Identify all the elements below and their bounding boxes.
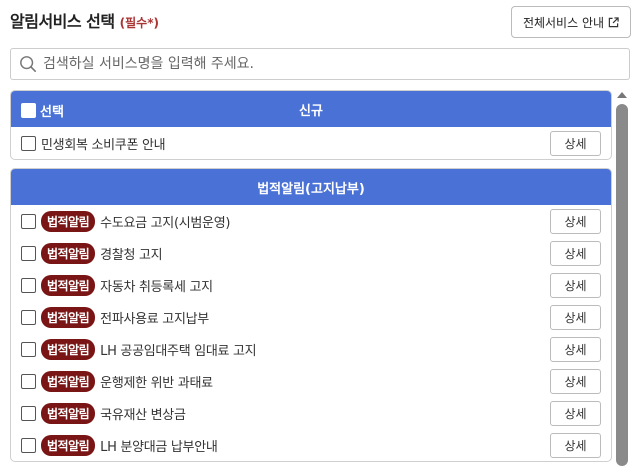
item-checkbox[interactable] xyxy=(21,341,36,357)
item-label: LH 공공임대주택 임대료 고지 xyxy=(100,343,257,359)
item-label: 국유재산 변상금 xyxy=(100,407,186,423)
list-item: 법적알림 수도요금 고지(시범운영) 상세 xyxy=(11,205,611,237)
detail-button[interactable]: 상세 xyxy=(550,369,601,394)
list-item: 법적알림 LH 분양대금 납부안내 상세 xyxy=(11,429,611,461)
all-services-label: 전체서비스 안내 xyxy=(522,15,605,30)
item-checkbox[interactable] xyxy=(21,213,36,229)
legal-section-title: 법적알림(고지납부) xyxy=(257,181,365,197)
item-checkbox[interactable] xyxy=(21,277,36,293)
legal-badge: 법적알림 xyxy=(41,306,96,328)
detail-button[interactable]: 상세 xyxy=(550,131,601,156)
item-label: 경찰청 고지 xyxy=(100,247,163,263)
list-item: 법적알림 전파사용료 고지납부 상세 xyxy=(11,301,611,333)
legal-badge: 법적알림 xyxy=(41,210,96,232)
list-item: 민생회복 소비쿠폰 안내 상세 xyxy=(11,127,611,159)
detail-button[interactable]: 상세 xyxy=(550,241,601,266)
legal-badge: 법적알림 xyxy=(41,370,96,392)
search-box xyxy=(10,48,630,80)
scroll-up-arrow-icon[interactable] xyxy=(617,92,627,98)
legal-badge: 법적알림 xyxy=(41,274,96,296)
list-item: 법적알림 LH 공공임대주택 임대료 고지 상세 xyxy=(11,333,611,365)
all-services-button[interactable]: 전체서비스 안내 xyxy=(511,6,631,38)
item-checkbox[interactable] xyxy=(21,405,36,421)
required-marker: (필수*) xyxy=(119,16,159,30)
legal-badge: 법적알림 xyxy=(41,434,96,456)
scrollbar-thumb[interactable] xyxy=(616,104,628,466)
item-checkbox[interactable] xyxy=(21,309,36,325)
new-services-card: 선택 신규 민생회복 소비쿠폰 안내 상세 xyxy=(10,90,612,160)
item-checkbox[interactable] xyxy=(21,135,36,151)
item-checkbox[interactable] xyxy=(21,437,36,453)
search-input[interactable] xyxy=(43,56,623,72)
item-label: 운행제한 위반 과태료 xyxy=(100,375,213,391)
list-item: 법적알림 경찰청 고지 상세 xyxy=(11,237,611,269)
section-title-row: 알림서비스 선택 (필수*) xyxy=(10,8,159,31)
page-title: 알림서비스 선택 xyxy=(10,12,115,31)
item-label: LH 분양대금 납부안내 xyxy=(100,439,218,455)
item-label: 수도요금 고지(시범운영) xyxy=(100,215,231,231)
select-all-box[interactable] xyxy=(21,103,36,118)
legal-notice-card: 법적알림(고지납부) 법적알림 수도요금 고지(시범운영) 상세 법적알림 경찰… xyxy=(10,168,612,462)
list-item: 법적알림 운행제한 위반 과태료 상세 xyxy=(11,365,611,397)
item-checkbox[interactable] xyxy=(21,245,36,261)
list-item: 법적알림 자동차 취등록세 고지 상세 xyxy=(11,269,611,301)
select-all-label: 선택 xyxy=(40,105,64,120)
detail-button[interactable]: 상세 xyxy=(550,337,601,362)
legal-badge: 법적알림 xyxy=(41,402,96,424)
legal-badge: 법적알림 xyxy=(41,338,96,360)
item-label: 전파사용료 고지납부 xyxy=(100,311,209,327)
detail-button[interactable]: 상세 xyxy=(550,273,601,298)
detail-button[interactable]: 상세 xyxy=(550,401,601,426)
detail-button[interactable]: 상세 xyxy=(550,305,601,330)
new-services-header: 선택 신규 xyxy=(11,91,611,127)
legal-badge: 법적알림 xyxy=(41,242,96,264)
item-checkbox[interactable] xyxy=(21,373,36,389)
item-label: 자동차 취등록세 고지 xyxy=(100,279,213,295)
item-label: 민생회복 소비쿠폰 안내 xyxy=(41,137,166,153)
select-all-checkbox[interactable]: 선택 xyxy=(21,101,64,120)
legal-notice-header: 법적알림(고지납부) xyxy=(11,169,611,205)
detail-button[interactable]: 상세 xyxy=(550,433,601,458)
search-icon xyxy=(20,56,37,73)
new-section-title: 신규 xyxy=(299,103,323,119)
scrollbar[interactable] xyxy=(615,90,629,470)
service-list: 선택 신규 민생회복 소비쿠폰 안내 상세 법적알림(고지납부) 법적알림 수도… xyxy=(10,90,612,462)
detail-button[interactable]: 상세 xyxy=(550,209,601,234)
external-link-icon xyxy=(608,16,619,27)
list-item: 법적알림 국유재산 변상금 상세 xyxy=(11,397,611,429)
